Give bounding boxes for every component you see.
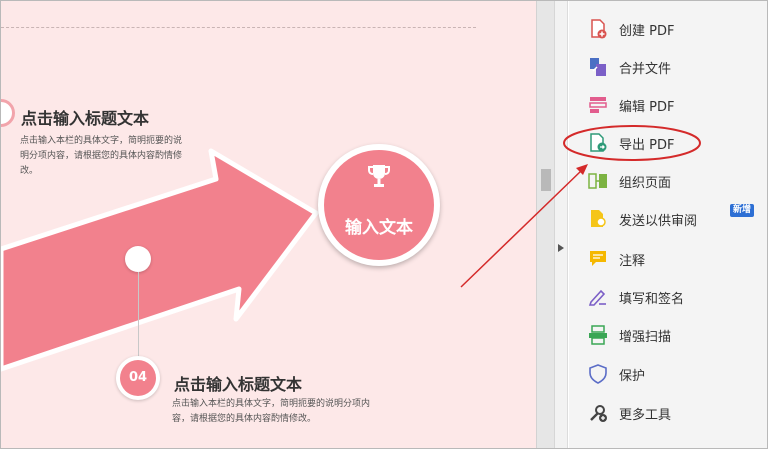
tool-label: 合并文件 [619, 62, 672, 77]
tool-send-for-review[interactable]: 发送以供审阅 新增 [569, 200, 767, 238]
tool-export-pdf[interactable]: 导出 PDF [569, 124, 767, 162]
new-badge: 新增 [730, 204, 755, 217]
step-number: 04 [120, 360, 156, 396]
body-text-top[interactable]: 点击输入本栏的具体文字，简明扼要的说明分项内容，请根据您的具体内容酌情修改。 [20, 134, 190, 179]
tool-more-tools[interactable]: 更多工具 [569, 394, 767, 432]
edit-pdf-icon [589, 97, 607, 113]
more-tools-icon [590, 405, 607, 422]
tool-label: 导出 PDF [619, 138, 675, 153]
create-pdf-icon [591, 19, 607, 39]
pane-collapse-strip[interactable] [554, 1, 568, 448]
tool-combine-files[interactable]: 合并文件 [569, 48, 767, 86]
tool-label: 发送以供审阅 [619, 214, 698, 229]
trophy-icon [368, 165, 390, 187]
tool-label: 增强扫描 [619, 330, 672, 345]
tool-enhance-scan[interactable]: 增强扫描 [569, 316, 767, 354]
heading-top[interactable]: 点击输入标题文本 [21, 105, 149, 129]
vertical-scrollbar[interactable] [536, 1, 554, 448]
export-pdf-icon [590, 133, 607, 152]
trophy-badge[interactable]: 输入文本 [318, 144, 440, 266]
tool-label: 更多工具 [619, 408, 672, 423]
trophy-label: 输入文本 [345, 218, 413, 238]
tool-label: 组织页面 [619, 176, 672, 191]
tool-organize-pages[interactable]: 组织页面 [569, 162, 767, 200]
timeline-dot [125, 246, 151, 272]
document-page[interactable]: 点击输入标题文本 点击输入本栏的具体文字，简明扼要的说明分项内容，请根据您的具体… [1, 1, 536, 448]
tools-pane: 创建 PDF 合并文件 编辑 PDF 导出 PDF 组织页面 发送以供审阅 新增… [569, 1, 767, 448]
comment-icon [590, 251, 606, 266]
combine-files-icon [590, 58, 606, 76]
tool-fill-sign[interactable]: 填写和签名 [569, 278, 767, 316]
tool-create-pdf[interactable]: 创建 PDF [569, 10, 767, 48]
tool-edit-pdf[interactable]: 编辑 PDF [569, 86, 767, 124]
fill-sign-icon [588, 289, 606, 306]
tool-comment[interactable]: 注释 [569, 240, 767, 278]
tool-label: 保护 [619, 369, 646, 384]
protect-icon [589, 364, 607, 384]
tool-label: 注释 [619, 254, 646, 269]
organize-pages-icon [588, 173, 607, 189]
tool-label: 编辑 PDF [619, 100, 675, 115]
body-text-bottom[interactable]: 点击输入本栏的具体文字，简明扼要的说明分项内容，请根据您的具体内容酌情修改。 [172, 397, 382, 427]
scrollbar-thumb[interactable] [541, 169, 551, 191]
tool-protect[interactable]: 保护 [569, 355, 767, 393]
send-for-review-icon [591, 210, 606, 227]
collapse-arrow-icon[interactable] [558, 244, 564, 252]
heading-bottom[interactable]: 点击输入标题文本 [174, 371, 302, 395]
enhance-scan-icon [589, 325, 607, 345]
tool-label: 创建 PDF [619, 24, 675, 39]
tool-label: 填写和签名 [619, 292, 685, 307]
step-number-badge: 04 [116, 356, 160, 400]
timeline-connector [138, 272, 139, 357]
